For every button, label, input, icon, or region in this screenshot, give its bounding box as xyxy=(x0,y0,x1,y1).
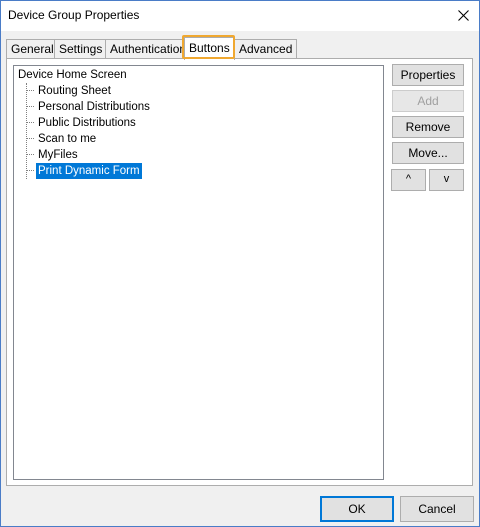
tree-branch xyxy=(26,106,34,107)
close-icon xyxy=(457,10,469,21)
move-down-button[interactable]: v xyxy=(429,169,464,191)
title-bar: Device Group Properties xyxy=(1,1,479,31)
tab-settings[interactable]: Settings xyxy=(54,39,108,59)
window-title: Device Group Properties xyxy=(8,8,140,22)
tree-branch xyxy=(26,122,34,123)
tab-buttons[interactable]: Buttons xyxy=(184,37,235,60)
tree-branch xyxy=(26,138,34,139)
tree-item-myfiles[interactable]: MyFiles xyxy=(36,147,80,163)
tree-item-personal-distributions[interactable]: Personal Distributions xyxy=(36,99,152,115)
move-button[interactable]: Move... xyxy=(392,142,464,164)
tree-connector xyxy=(26,83,27,179)
move-up-button[interactable]: ^ xyxy=(391,169,426,191)
remove-button[interactable]: Remove xyxy=(392,116,464,138)
tree-branch xyxy=(26,90,34,91)
tree-item-print-dynamic-form[interactable]: Print Dynamic Form xyxy=(35,162,143,180)
button-tree[interactable]: Device Home Screen Routing Sheet Persona… xyxy=(13,65,384,480)
tree-root-item[interactable]: Device Home Screen xyxy=(18,67,127,83)
close-button[interactable] xyxy=(447,1,479,30)
tab-authentication[interactable]: Authentication xyxy=(105,39,192,59)
tree-item-routing-sheet[interactable]: Routing Sheet xyxy=(36,83,113,99)
cancel-button[interactable]: Cancel xyxy=(400,496,474,522)
add-button[interactable]: Add xyxy=(392,90,464,112)
tree-item-public-distributions[interactable]: Public Distributions xyxy=(36,115,138,131)
tab-general[interactable]: General xyxy=(6,39,59,59)
tree-branch xyxy=(26,154,34,155)
properties-button[interactable]: Properties xyxy=(392,64,464,86)
tree-branch xyxy=(26,170,34,171)
tab-advanced[interactable]: Advanced xyxy=(234,39,298,59)
ok-button[interactable]: OK xyxy=(320,496,394,522)
tree-item-scan-to-me[interactable]: Scan to me xyxy=(36,131,98,147)
